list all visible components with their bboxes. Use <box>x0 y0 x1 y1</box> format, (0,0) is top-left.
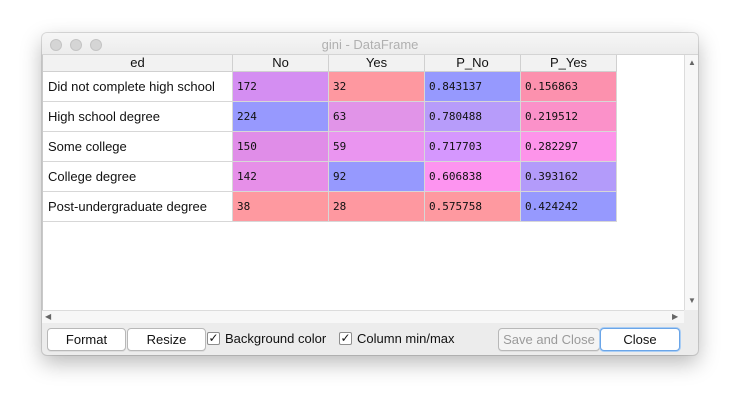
table-cell[interactable]: 224 <box>233 102 329 132</box>
vertical-scrollbar[interactable]: ▲ ▼ <box>684 55 698 310</box>
table-cell[interactable]: 0.780488 <box>425 102 521 132</box>
window-title: gini - DataFrame <box>321 37 419 52</box>
table-cell[interactable]: 63 <box>329 102 425 132</box>
column-header[interactable]: Yes <box>329 55 425 72</box>
table-cell[interactable]: 0.156863 <box>521 72 617 102</box>
row-label[interactable]: Did not complete high school <box>43 72 233 102</box>
table-cell[interactable]: 92 <box>329 162 425 192</box>
index-header: ed <box>43 55 233 72</box>
table-cell[interactable]: 150 <box>233 132 329 162</box>
column-header[interactable]: P_No <box>425 55 521 72</box>
table-cell[interactable]: 28 <box>329 192 425 222</box>
background-color-label: Background color <box>225 331 327 346</box>
table-cell[interactable]: 0.393162 <box>521 162 617 192</box>
column-header[interactable]: No <box>233 55 329 72</box>
horizontal-scrollbar[interactable]: ◀ ▶ <box>42 310 684 323</box>
table-cell[interactable]: 0.282297 <box>521 132 617 162</box>
table-cell[interactable]: 0.717703 <box>425 132 521 162</box>
row-label[interactable]: College degree <box>43 162 233 192</box>
row-label[interactable]: High school degree <box>43 102 233 132</box>
row-label[interactable]: Some college <box>43 132 233 162</box>
column-minmax-label: Column min/max <box>357 331 455 346</box>
format-button[interactable]: Format <box>47 328 126 351</box>
column-header[interactable]: P_Yes <box>521 55 617 72</box>
table-cell[interactable]: 0.843137 <box>425 72 521 102</box>
table-cell[interactable]: 32 <box>329 72 425 102</box>
table-cell[interactable]: 59 <box>329 132 425 162</box>
table-cell[interactable]: 0.606838 <box>425 162 521 192</box>
table-cell[interactable]: 0.575758 <box>425 192 521 222</box>
table-cell[interactable]: 142 <box>233 162 329 192</box>
close-button[interactable]: Close <box>600 328 680 351</box>
data-grid[interactable]: ed No Yes P_No P_Yes Did not complete high sc… <box>42 55 684 310</box>
row-label[interactable]: Post-undergraduate degree <box>43 192 233 222</box>
title-bar: gini - DataFrame <box>42 33 698 55</box>
scroll-up-icon[interactable]: ▲ <box>688 59 696 67</box>
table-cell[interactable]: 0.424242 <box>521 192 617 222</box>
scroll-right-icon[interactable]: ▶ <box>672 313 678 321</box>
resize-button[interactable]: Resize <box>127 328 206 351</box>
scroll-down-icon[interactable]: ▼ <box>688 297 696 305</box>
table-cell[interactable]: 172 <box>233 72 329 102</box>
dataframe-window: gini - DataFrame ed No Yes P_No P_Yes Did not… <box>42 33 698 355</box>
save-and-close-button[interactable]: Save and Close <box>498 328 600 351</box>
table-cell[interactable]: 38 <box>233 192 329 222</box>
column-minmax-checkbox[interactable]: ✓ <box>339 332 352 345</box>
scroll-left-icon[interactable]: ◀ <box>45 313 51 321</box>
background-color-checkbox[interactable]: ✓ <box>207 332 220 345</box>
table-cell[interactable]: 0.219512 <box>521 102 617 132</box>
